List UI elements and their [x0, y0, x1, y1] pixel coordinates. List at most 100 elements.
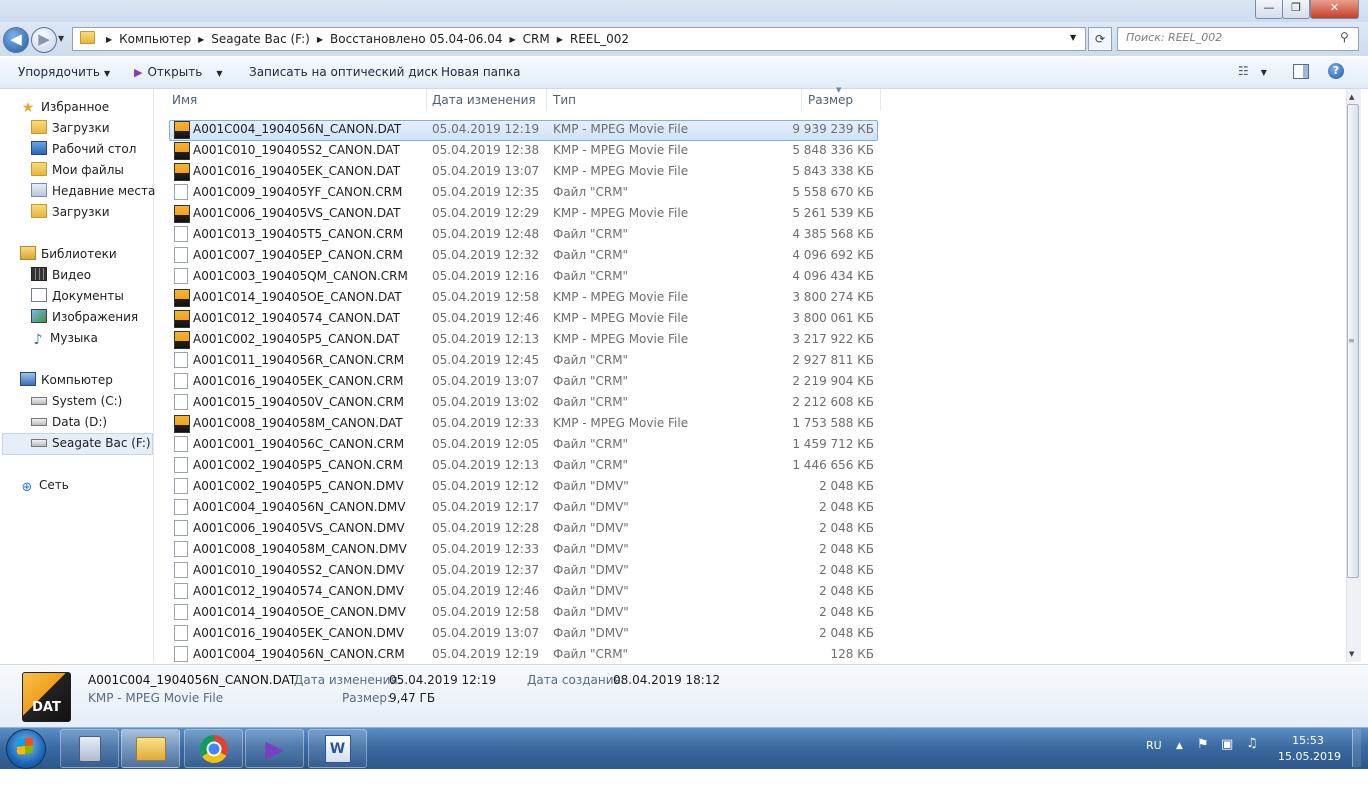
table-row[interactable]: A001C012_19040574_CANON.DMV 05.04.2019 12… [172, 581, 876, 601]
refresh-button[interactable]: ⟳ [1088, 27, 1112, 51]
volume-icon[interactable]: ♫ [1246, 736, 1258, 751]
nav-item-desktop[interactable]: Рабочий стол [31, 140, 136, 158]
video-library-icon [31, 267, 47, 281]
file-date: 05.04.2019 12:33 [432, 416, 540, 430]
nav-item-downloads-2[interactable]: Загрузки [31, 203, 110, 221]
table-row[interactable]: A001C014_190405OE_CANON.DMV 05.04.2019 12… [172, 602, 876, 622]
table-row[interactable]: A001C009_190405YF_CANON.CRM 05.04.2019 12… [172, 182, 876, 202]
preview-pane-icon[interactable] [1293, 64, 1309, 79]
breadcrumb-item[interactable]: Компьютер [119, 31, 191, 47]
table-row[interactable]: A001C016_190405EK_CANON.DMV 05.04.2019 13… [172, 623, 876, 643]
taskbar-app-word[interactable]: W [308, 729, 367, 768]
burn-button[interactable]: Записать на оптический диск [249, 65, 438, 79]
view-options-button[interactable]: ☷ ▼ [1238, 64, 1267, 80]
nav-item-music[interactable]: ♪ Музыка [31, 329, 98, 347]
column-header-name[interactable]: Имя [172, 90, 426, 111]
action-center-flag-icon[interactable]: ⚑ [1197, 737, 1209, 752]
scroll-down-arrow[interactable]: ▼ [1349, 650, 1354, 658]
back-button[interactable]: ◀ [3, 27, 29, 53]
breadcrumb-item[interactable]: CRM [523, 31, 550, 47]
table-row[interactable]: A001C012_19040574_CANON.DAT 05.04.2019 12… [172, 308, 876, 328]
taskbar-app-video-player[interactable]: ▶ [245, 729, 304, 768]
file-name: A001C002_190405P5_CANON.DMV [193, 479, 404, 493]
chevron-right-icon[interactable]: ▶ [557, 32, 563, 48]
recent-pages-dropdown[interactable]: ▼ [58, 34, 64, 43]
table-row[interactable]: A001C010_190405S2_CANON.DMV 05.04.2019 12… [172, 560, 876, 580]
table-row[interactable]: A001C001_1904056C_CANON.CRM 05.04.2019 12… [172, 434, 876, 454]
search-icon[interactable]: ⚲ [1340, 30, 1349, 44]
table-row[interactable]: A001C004_1904056N_CANON.DMV 05.04.2019 12… [172, 497, 876, 517]
folder-icon [31, 162, 47, 176]
breadcrumb-item[interactable]: REEL_002 [570, 31, 629, 47]
show-hidden-icons-button[interactable]: ▲ [1176, 741, 1183, 751]
nav-item-recent-places[interactable]: Недавние места [31, 182, 155, 200]
table-row[interactable]: A001C011_1904056R_CANON.CRM 05.04.2019 12… [172, 350, 876, 370]
nav-item-drive-f[interactable]: Seagate Bac (F:) [31, 434, 151, 452]
table-row[interactable]: A001C002_190405P5_CANON.DAT 05.04.2019 12… [172, 329, 876, 349]
table-row[interactable]: A001C007_190405EP_CANON.CRM 05.04.2019 12… [172, 245, 876, 265]
table-row[interactable]: A001C013_190405T5_CANON.CRM 05.04.2019 12… [172, 224, 876, 244]
network-tray-icon[interactable]: ▣ [1221, 737, 1233, 752]
nav-item-video[interactable]: Видео [31, 266, 91, 284]
table-row[interactable]: A001C010_190405S2_CANON.DAT 05.04.2019 12… [172, 140, 876, 160]
breadcrumb-item[interactable]: Восстановлено 05.04-06.04 [330, 31, 502, 47]
open-button[interactable]: ▶ Открыть ▼ [134, 65, 222, 81]
table-row[interactable]: A001C016_190405EK_CANON.DAT 05.04.2019 13… [172, 161, 876, 181]
clock[interactable]: 15:53 15.05.2019 [1278, 733, 1341, 765]
nav-item-documents[interactable]: Документы [31, 287, 124, 305]
taskbar-app-explorer[interactable] [121, 729, 180, 768]
language-indicator[interactable]: RU [1146, 739, 1162, 752]
chevron-right-icon[interactable]: ▶ [198, 32, 204, 48]
nav-libraries[interactable]: Библиотеки [20, 245, 117, 263]
column-divider[interactable] [426, 89, 427, 111]
table-row[interactable]: A001C014_190405OE_CANON.DAT 05.04.2019 12… [172, 287, 876, 307]
nav-item-my-files[interactable]: Мои файлы [31, 161, 124, 179]
file-size: 5 843 338 КБ [792, 164, 874, 178]
nav-item-downloads[interactable]: Загрузки [31, 119, 110, 137]
chevron-right-icon[interactable]: ▶ [509, 32, 515, 48]
table-row[interactable]: A001C015_1904050V_CANON.CRM 05.04.2019 13… [172, 392, 876, 412]
table-row[interactable]: A001C008_1904058M_CANON.DMV 05.04.2019 12… [172, 539, 876, 559]
table-row[interactable]: A001C008_1904058M_CANON.DAT 05.04.2019 12… [172, 413, 876, 433]
nav-item-drive-c[interactable]: System (C:) [31, 392, 122, 410]
table-row[interactable]: A001C002_190405P5_CANON.DMV 05.04.2019 12… [172, 476, 876, 496]
nav-computer[interactable]: Компьютер [20, 371, 113, 389]
nav-favorites[interactable]: ★ Избранное [20, 98, 109, 116]
column-divider[interactable] [801, 89, 802, 111]
details-size-value: 9,47 ГБ [389, 691, 436, 705]
new-folder-button[interactable]: Новая папка [441, 65, 520, 79]
address-dropdown[interactable]: ▼ [1070, 33, 1076, 42]
table-row[interactable]: A001C003_190405QM_CANON.CRM 05.04.2019 12… [172, 266, 876, 286]
breadcrumb-item[interactable]: Seagate Bac (F:) [211, 31, 310, 47]
nav-network[interactable]: ⊕ Сеть [20, 476, 69, 495]
table-row[interactable]: A001C004_1904056N_CANON.CRM 05.04.2019 12… [172, 644, 876, 664]
column-header-type[interactable]: Тип [553, 90, 801, 111]
file-size: 2 048 КБ [819, 521, 874, 535]
taskbar-app-calculator[interactable] [60, 729, 119, 768]
chevron-right-icon[interactable]: ▶ [317, 32, 323, 48]
table-row[interactable]: A001C016_190405EK_CANON.CRM 05.04.2019 13… [172, 371, 876, 391]
forward-button[interactable]: ▶ [31, 27, 57, 53]
column-header-size[interactable]: Размер [808, 90, 880, 111]
close-button[interactable]: ✕ [1310, 0, 1359, 19]
nav-item-drive-d[interactable]: Data (D:) [31, 413, 107, 431]
file-type: KMP - MPEG Movie File [553, 143, 689, 157]
scroll-up-arrow[interactable]: ▲ [1349, 93, 1354, 101]
organize-button[interactable]: Упорядочить ▼ [18, 65, 110, 81]
file-name: A001C008_1904058M_CANON.DMV [193, 542, 407, 556]
column-divider[interactable] [546, 89, 547, 111]
table-row[interactable]: A001C002_190405P5_CANON.CRM 05.04.2019 12… [172, 455, 876, 475]
maximize-button[interactable]: ❐ [1282, 0, 1310, 19]
chevron-right-icon[interactable]: ▶ [106, 32, 112, 48]
chevron-down-icon[interactable]: ▼ [216, 69, 222, 78]
show-desktop-button[interactable] [1352, 729, 1361, 767]
column-divider[interactable] [880, 89, 881, 111]
help-icon[interactable]: ? [1328, 63, 1344, 79]
table-row[interactable]: A001C004_1904056N_CANON.DAT 05.04.2019 12… [172, 119, 876, 139]
nav-item-pictures[interactable]: Изображения [31, 308, 138, 326]
minimize-button[interactable]: — [1255, 0, 1283, 19]
taskbar-app-chrome[interactable] [184, 729, 243, 768]
column-header-date[interactable]: Дата изменения [432, 90, 546, 111]
table-row[interactable]: A001C006_190405VS_CANON.DMV 05.04.2019 12… [172, 518, 876, 538]
table-row[interactable]: A001C006_190405VS_CANON.DAT 05.04.2019 12… [172, 203, 876, 223]
